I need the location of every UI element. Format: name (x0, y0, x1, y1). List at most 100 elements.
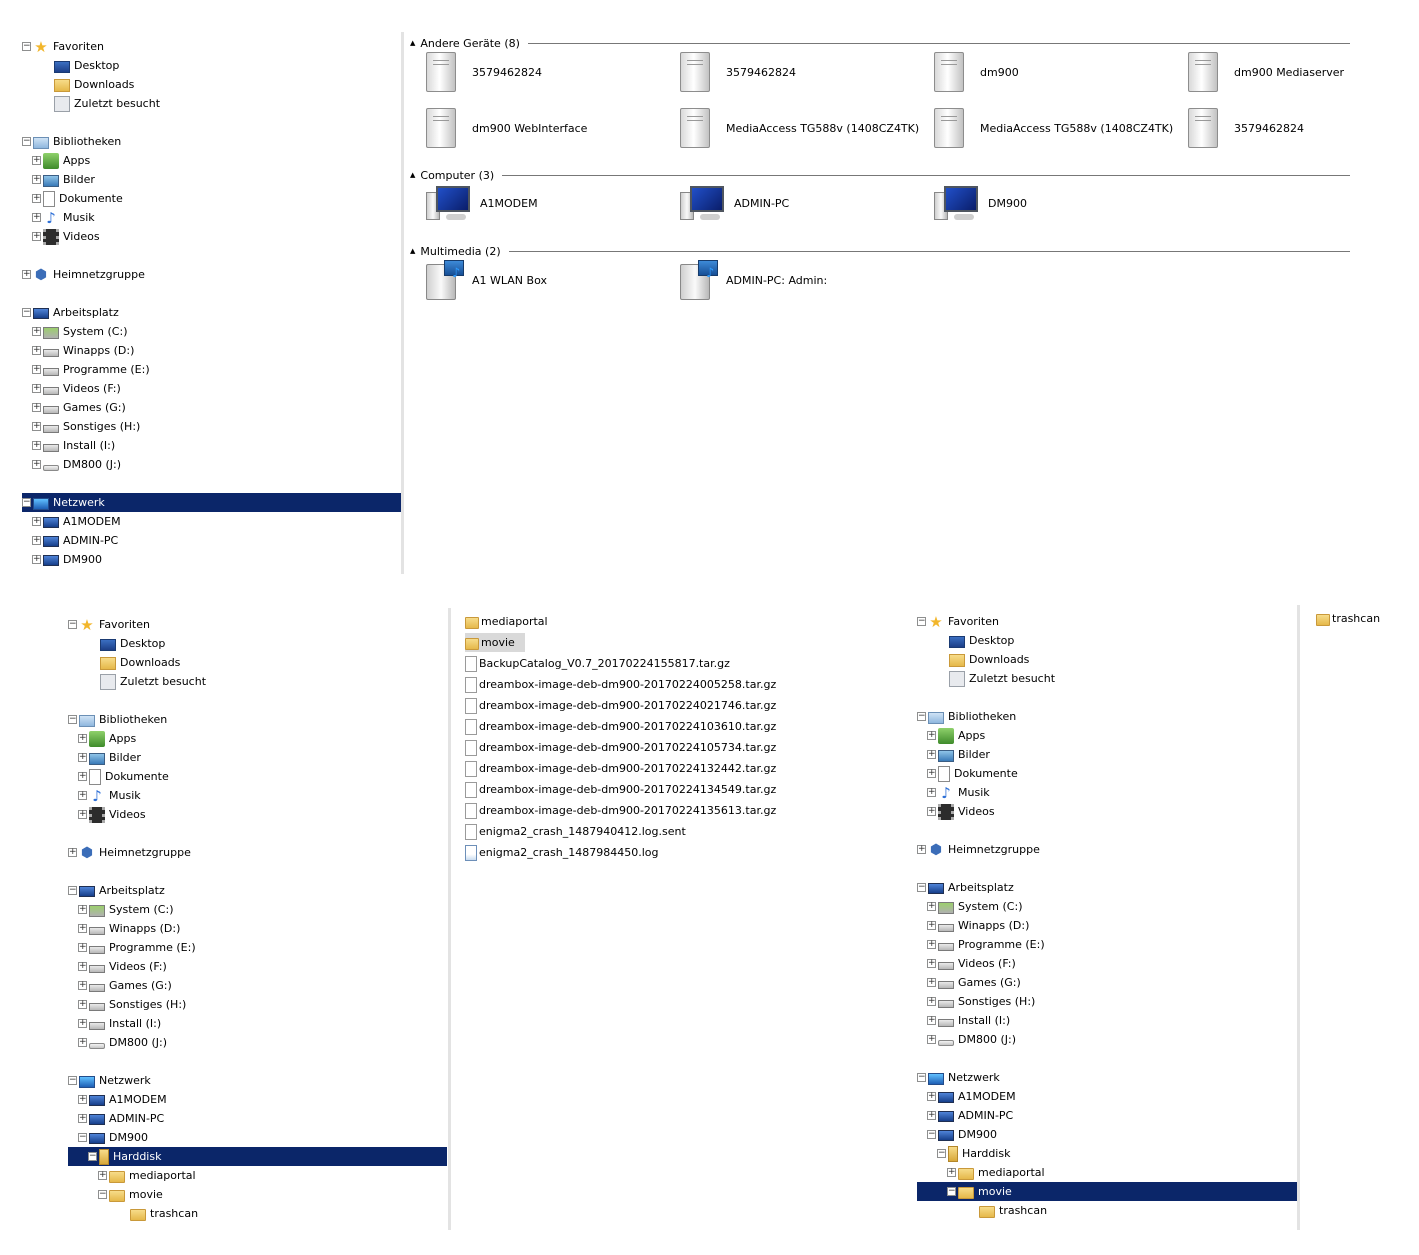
expand-toggle-icon[interactable]: + (32, 403, 41, 412)
tree-item-drive[interactable]: + System (C:) (22, 322, 401, 341)
tree-item-homegroup[interactable]: + ⬢ Heimnetzgruppe (917, 840, 1297, 859)
folder-item[interactable]: trashcan (1316, 609, 1390, 628)
tree-item-homegroup[interactable]: + ⬢ Heimnetzgruppe (68, 843, 447, 862)
tree-item-host[interactable]: + A1MODEM (22, 512, 401, 531)
expand-toggle-icon[interactable]: + (32, 555, 41, 564)
expand-toggle-icon[interactable]: + (78, 791, 87, 800)
tree-item-apps[interactable]: + Apps (917, 726, 1297, 745)
tree-item-drive[interactable]: + Winapps (D:) (22, 341, 401, 360)
tree-item-drive[interactable]: + Programme (E:) (68, 938, 447, 957)
tree-item-recent[interactable]: Zuletzt besucht (22, 94, 401, 113)
tree-item-drive[interactable]: + Sonstiges (H:) (917, 992, 1297, 1011)
media-device-tile[interactable]: ♪ ADMIN-PC: Admin: (680, 260, 827, 300)
expand-toggle-icon[interactable]: + (78, 943, 87, 952)
tree-item-videos[interactable]: + Videos (917, 802, 1297, 821)
group-header[interactable]: ▲ Multimedia (2) (410, 244, 1350, 258)
expand-toggle-icon[interactable]: + (32, 460, 41, 469)
tree-item-host[interactable]: + ADMIN-PC (22, 531, 401, 550)
folder-item[interactable]: mediaportal (465, 612, 558, 631)
expand-toggle-icon[interactable]: + (32, 441, 41, 450)
expand-toggle-icon[interactable]: + (32, 365, 41, 374)
collapse-toggle-icon[interactable]: − (22, 498, 31, 507)
expand-toggle-icon[interactable]: + (78, 924, 87, 933)
tree-item-apps[interactable]: + Apps (68, 729, 447, 748)
file-item[interactable]: enigma2_crash_1487984450.log (465, 843, 669, 862)
tree-item-harddisk[interactable]: − Harddisk (917, 1144, 1297, 1163)
tree-item-music[interactable]: + ♪ Musik (22, 208, 401, 227)
tree-item-host[interactable]: + A1MODEM (68, 1090, 447, 1109)
computer-tile[interactable]: ADMIN-PC (680, 184, 789, 222)
expand-toggle-icon[interactable]: + (78, 1000, 87, 1009)
tree-item-documents[interactable]: + Dokumente (22, 189, 401, 208)
tree-item-host[interactable]: + DM900 (22, 550, 401, 569)
device-tile[interactable]: 3579462824 (1188, 108, 1304, 148)
tree-item-host[interactable]: + ADMIN-PC (917, 1106, 1297, 1125)
tree-item-drive[interactable]: + Sonstiges (H:) (68, 995, 447, 1014)
tree-item-drive[interactable]: + DM800 (J:) (68, 1033, 447, 1052)
expand-toggle-icon[interactable]: + (927, 978, 936, 987)
tree-item-music[interactable]: + ♪ Musik (917, 783, 1297, 802)
tree-item-host[interactable]: − DM900 (68, 1128, 447, 1147)
tree-item-documents[interactable]: + Dokumente (917, 764, 1297, 783)
tree-item-videos[interactable]: + Videos (68, 805, 447, 824)
tree-item-favorites[interactable]: − ★ Favoriten (917, 612, 1297, 631)
group-header[interactable]: ▲ Computer (3) (410, 168, 1350, 182)
expand-toggle-icon[interactable]: + (22, 270, 31, 279)
tree-item-desktop[interactable]: Desktop (22, 56, 401, 75)
collapse-arrow-icon[interactable]: ▲ (410, 39, 415, 47)
tree-item-drive[interactable]: + System (C:) (917, 897, 1297, 916)
file-item[interactable]: dreambox-image-deb-dm900-20170224132442.… (465, 759, 786, 778)
collapse-toggle-icon[interactable]: − (927, 1130, 936, 1139)
file-item[interactable]: dreambox-image-deb-dm900-20170224105734.… (465, 738, 786, 757)
tree-item-pictures[interactable]: + Bilder (68, 748, 447, 767)
collapse-toggle-icon[interactable]: − (917, 617, 926, 626)
device-tile[interactable]: dm900 WebInterface (426, 108, 587, 148)
file-item[interactable]: BackupCatalog_V0.7_20170224155817.tar.gz (465, 654, 740, 673)
expand-toggle-icon[interactable]: + (78, 734, 87, 743)
expand-toggle-icon[interactable]: + (78, 772, 87, 781)
pane-divider[interactable] (448, 608, 451, 1230)
collapse-toggle-icon[interactable]: − (947, 1187, 956, 1196)
collapse-toggle-icon[interactable]: − (917, 883, 926, 892)
tree-item-drive[interactable]: + Install (I:) (22, 436, 401, 455)
tree-item-drive[interactable]: + Videos (F:) (917, 954, 1297, 973)
tree-item-drive[interactable]: + Games (G:) (917, 973, 1297, 992)
tree-item-movie[interactable]: − movie (68, 1185, 447, 1204)
tree-item-network[interactable]: − Netzwerk (22, 493, 401, 512)
tree-item-drive[interactable]: + Sonstiges (H:) (22, 417, 401, 436)
tree-item-drive[interactable]: + Videos (F:) (68, 957, 447, 976)
tree-item-libraries[interactable]: − Bibliotheken (917, 707, 1297, 726)
tree-item-host[interactable]: + A1MODEM (917, 1087, 1297, 1106)
expand-toggle-icon[interactable]: + (927, 902, 936, 911)
expand-toggle-icon[interactable]: + (78, 962, 87, 971)
tree-item-computer[interactable]: − Arbeitsplatz (22, 303, 401, 322)
collapse-toggle-icon[interactable]: − (88, 1152, 97, 1161)
file-item[interactable]: dreambox-image-deb-dm900-20170224103610.… (465, 717, 786, 736)
tree-item-documents[interactable]: + Dokumente (68, 767, 447, 786)
tree-item-apps[interactable]: + Apps (22, 151, 401, 170)
tree-item-drive[interactable]: + System (C:) (68, 900, 447, 919)
tree-item-drive[interactable]: + DM800 (J:) (22, 455, 401, 474)
expand-toggle-icon[interactable]: + (927, 1035, 936, 1044)
tree-item-movie[interactable]: − movie (917, 1182, 1297, 1201)
expand-toggle-icon[interactable]: + (32, 346, 41, 355)
expand-toggle-icon[interactable]: + (32, 156, 41, 165)
pane-divider[interactable] (401, 32, 404, 574)
device-tile[interactable]: 3579462824 (680, 52, 796, 92)
tree-item-libraries[interactable]: − Bibliotheken (68, 710, 447, 729)
expand-toggle-icon[interactable]: + (32, 536, 41, 545)
tree-item-music[interactable]: + ♪ Musik (68, 786, 447, 805)
pane-divider[interactable] (1297, 605, 1300, 1230)
tree-item-mediaportal[interactable]: + mediaportal (68, 1166, 447, 1185)
tree-item-drive[interactable]: + Games (G:) (22, 398, 401, 417)
group-header[interactable]: ▲ Andere Geräte (8) (410, 36, 1350, 50)
expand-toggle-icon[interactable]: + (68, 848, 77, 857)
collapse-toggle-icon[interactable]: − (68, 886, 77, 895)
expand-toggle-icon[interactable]: + (927, 940, 936, 949)
expand-toggle-icon[interactable]: + (78, 981, 87, 990)
computer-tile[interactable]: A1MODEM (426, 184, 538, 222)
file-item[interactable]: enigma2_crash_1487940412.log.sent (465, 822, 696, 841)
media-device-tile[interactable]: ♪ A1 WLAN Box (426, 260, 547, 300)
tree-item-homegroup[interactable]: + ⬢ Heimnetzgruppe (22, 265, 401, 284)
expand-toggle-icon[interactable]: + (32, 232, 41, 241)
